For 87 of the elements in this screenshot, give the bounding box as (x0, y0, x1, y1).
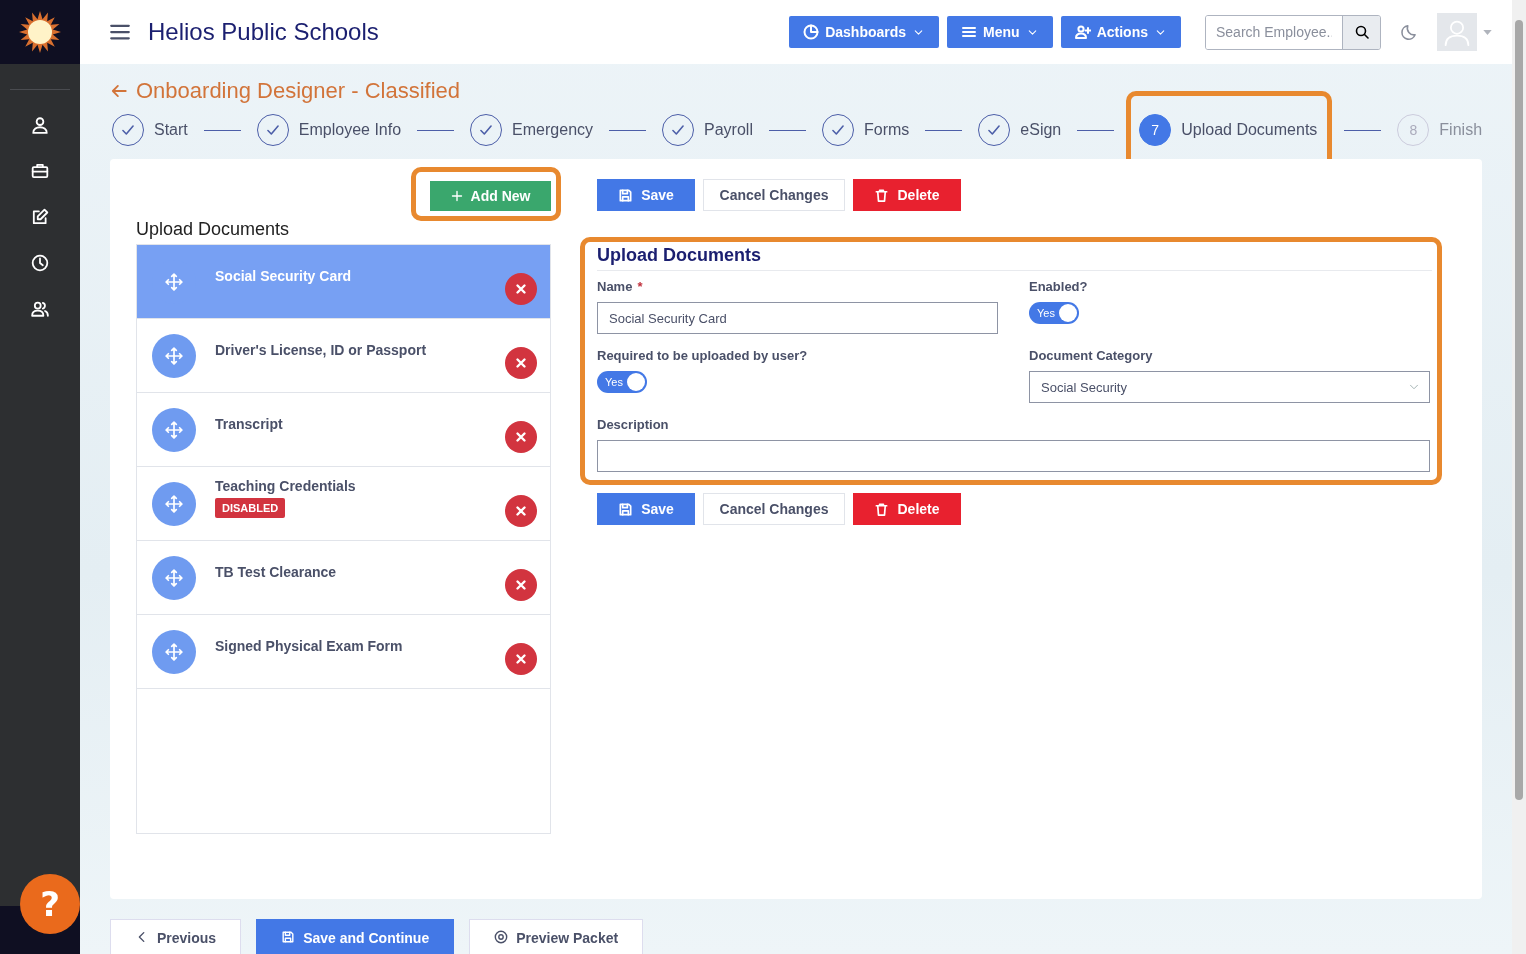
document-name: Transcript (215, 415, 283, 432)
drag-handle[interactable] (152, 481, 196, 526)
sun-logo (18, 10, 62, 54)
list-item[interactable]: Driver's License, ID or Passport (137, 319, 550, 393)
move-icon (165, 568, 183, 587)
search-button[interactable] (1342, 15, 1380, 49)
nav-dropdown-button[interactable]: Menu (947, 16, 1053, 48)
move-icon (165, 346, 183, 365)
drag-handle[interactable] (152, 333, 196, 378)
edit-icon[interactable] (31, 208, 49, 226)
remove-button[interactable] (505, 494, 537, 527)
moon-icon[interactable] (1401, 23, 1419, 41)
page-title: Onboarding Designer - Classified (136, 78, 461, 104)
step-number: 7 (1139, 114, 1172, 146)
back-arrow-icon[interactable] (110, 82, 128, 100)
document-name: Driver's License, ID or Passport (215, 341, 427, 358)
field-label: Name (597, 279, 633, 294)
form-title: Upload Documents (597, 245, 1432, 271)
step-label[interactable]: Forms (863, 121, 910, 139)
remove-button[interactable] (505, 420, 537, 453)
menu-icon[interactable] (110, 22, 130, 42)
move-icon (165, 272, 183, 291)
delete-button[interactable]: Delete (853, 179, 961, 211)
toggle-switch[interactable]: Yes (1029, 302, 1079, 324)
briefcase-icon[interactable] (31, 162, 49, 180)
trash-icon (874, 187, 890, 203)
plus-icon (450, 190, 463, 202)
list-item[interactable]: TB Test Clearance (137, 541, 550, 615)
nav-dropdown-button[interactable]: Dashboards (789, 16, 940, 48)
drag-handle[interactable] (152, 407, 196, 452)
move-icon (165, 420, 183, 439)
required-marker: * (637, 279, 643, 294)
delete-button[interactable]: Delete (853, 493, 961, 525)
status-badge: DISABLED (215, 497, 286, 518)
clock-icon[interactable] (31, 254, 49, 272)
step-label[interactable]: Upload Documents (1181, 121, 1318, 139)
users-icon[interactable] (31, 300, 49, 318)
app-title: Helios Public Schools (148, 18, 380, 46)
add-user-icon (1074, 24, 1091, 40)
list-item[interactable]: Transcript (137, 393, 550, 467)
remove-button[interactable] (505, 568, 537, 601)
remove-button[interactable] (505, 346, 537, 379)
search-icon (1353, 24, 1370, 40)
document-name: Teaching Credentials (215, 477, 356, 494)
list-item[interactable]: Teaching Credentials DISABLED (137, 467, 550, 541)
toggle-switch[interactable]: Yes (597, 371, 647, 393)
drag-handle[interactable] (152, 629, 196, 674)
remove-button[interactable] (505, 642, 537, 675)
list-title: Upload Documents (136, 219, 291, 240)
field-label: Description (597, 417, 669, 432)
drag-handle[interactable] (152, 555, 196, 600)
scroll-thumb[interactable] (1515, 20, 1523, 800)
nav-dropdown-button[interactable]: Actions (1060, 16, 1181, 48)
save-icon (618, 501, 634, 517)
step-label[interactable]: eSign (1020, 121, 1062, 139)
document-name: Social Security Card (215, 267, 352, 284)
document-name: TB Test Clearance (215, 563, 337, 580)
move-icon (165, 642, 183, 661)
save-icon (618, 187, 634, 203)
cancel-button[interactable]: Cancel Changes (703, 493, 845, 525)
save-icon (281, 930, 296, 944)
field-label: Document Category (1029, 348, 1153, 363)
name-input[interactable]: Social Security Card (597, 302, 998, 334)
step-label[interactable]: Start (154, 121, 188, 139)
step-label[interactable]: Emergency (512, 121, 594, 139)
remove-button[interactable] (505, 272, 537, 305)
previous-button[interactable]: Previous (110, 919, 242, 954)
trash-icon (874, 501, 890, 517)
save-button[interactable]: Save (597, 493, 695, 525)
move-icon (165, 494, 183, 513)
field-label: Required to be uploaded by user? (597, 348, 808, 363)
pie-chart-icon (803, 24, 820, 40)
save-continue-button[interactable]: Save and Continue (256, 919, 455, 954)
user-icon (1443, 18, 1471, 46)
save-button[interactable]: Save (597, 179, 695, 211)
list-item[interactable]: Signed Physical Exam Form (137, 615, 550, 689)
document-name: Signed Physical Exam Form (215, 637, 403, 654)
menu-icon (961, 24, 978, 40)
field-label: Enabled? (1029, 279, 1088, 294)
description-input[interactable] (597, 440, 1430, 472)
category-dropdown[interactable]: Social Security (1029, 371, 1430, 403)
step-label[interactable]: Payroll (704, 121, 753, 139)
step-label[interactable]: Employee Info (298, 121, 402, 139)
scrollbar[interactable] (1512, 0, 1526, 954)
preview-button[interactable]: Preview Packet (469, 919, 644, 954)
person-icon[interactable] (31, 116, 49, 134)
cancel-button[interactable]: Cancel Changes (703, 179, 845, 211)
